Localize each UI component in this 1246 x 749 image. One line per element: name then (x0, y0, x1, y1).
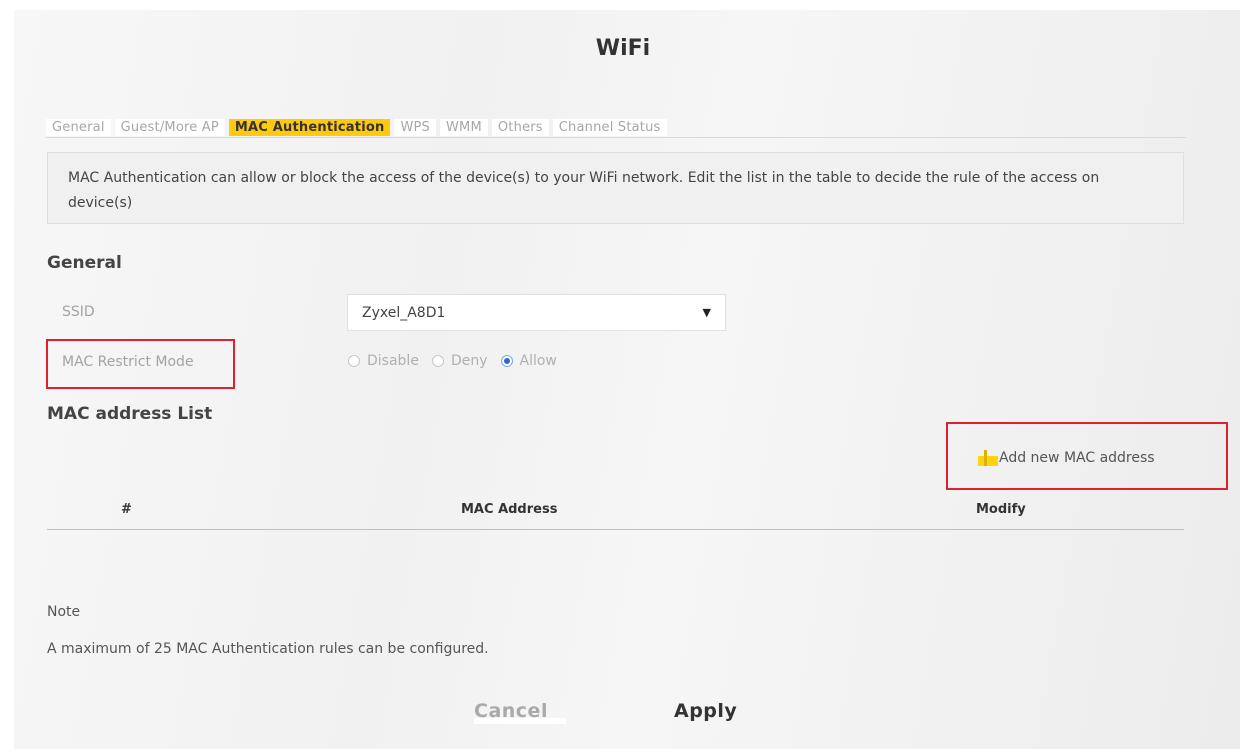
tab-channel-status[interactable]: Channel Status (552, 119, 667, 136)
cancel-button[interactable]: Cancel (474, 700, 566, 724)
ssid-label: SSID (62, 304, 95, 320)
radio-disable[interactable]: Disable (348, 353, 419, 369)
radio-circle-deny[interactable] (431, 355, 444, 367)
description-box: MAC Authentication can allow or block th… (47, 152, 1184, 224)
note-text: A maximum of 25 MAC Authentication rules… (47, 641, 489, 657)
tab-bar: General Guest/More AP MAC Authentication… (46, 118, 1186, 138)
tab-wmm[interactable]: WMM (439, 119, 488, 136)
page-title: WiFi (595, 36, 651, 61)
ssid-select[interactable]: Zyxel_A8D1 ▼ (347, 294, 726, 331)
mac-restrict-mode-label: MAC Restrict Mode (62, 354, 194, 370)
general-section-title: General (47, 253, 122, 273)
radio-allow-label: Allow (519, 353, 557, 369)
mac-list-title: MAC address List (47, 404, 213, 424)
tab-others[interactable]: Others (491, 119, 549, 136)
tab-guest-more-ap[interactable]: Guest/More AP (114, 119, 225, 136)
tab-general[interactable]: General (46, 119, 111, 136)
chevron-down-icon: ▼ (702, 306, 711, 319)
note-title: Note (47, 604, 81, 620)
radio-deny-label: Deny (450, 353, 488, 369)
plus-icon (978, 450, 998, 466)
radio-circle-disable[interactable] (348, 355, 360, 367)
mac-table-header: # MAC Address Modify (47, 500, 1184, 530)
tab-wps[interactable]: WPS (394, 119, 436, 136)
radio-allow[interactable]: Allow (500, 353, 557, 369)
column-header-modify: Modify (976, 502, 1026, 517)
apply-button[interactable]: Apply (674, 700, 752, 724)
add-mac-address-label: Add new MAC address (999, 450, 1155, 466)
mac-restrict-mode-group: Disable Deny Allow (348, 353, 570, 369)
radio-deny[interactable]: Deny (431, 353, 488, 369)
tab-mac-authentication[interactable]: MAC Authentication (228, 119, 391, 136)
ssid-select-value: Zyxel_A8D1 (362, 304, 446, 321)
radio-disable-label: Disable (367, 353, 419, 369)
column-header-index: # (121, 502, 132, 517)
add-mac-address-button[interactable]: Add new MAC address (978, 450, 1155, 466)
apply-button-label: Apply (674, 700, 738, 722)
radio-circle-allow[interactable] (500, 355, 513, 367)
column-header-mac-address: MAC Address (461, 502, 558, 517)
